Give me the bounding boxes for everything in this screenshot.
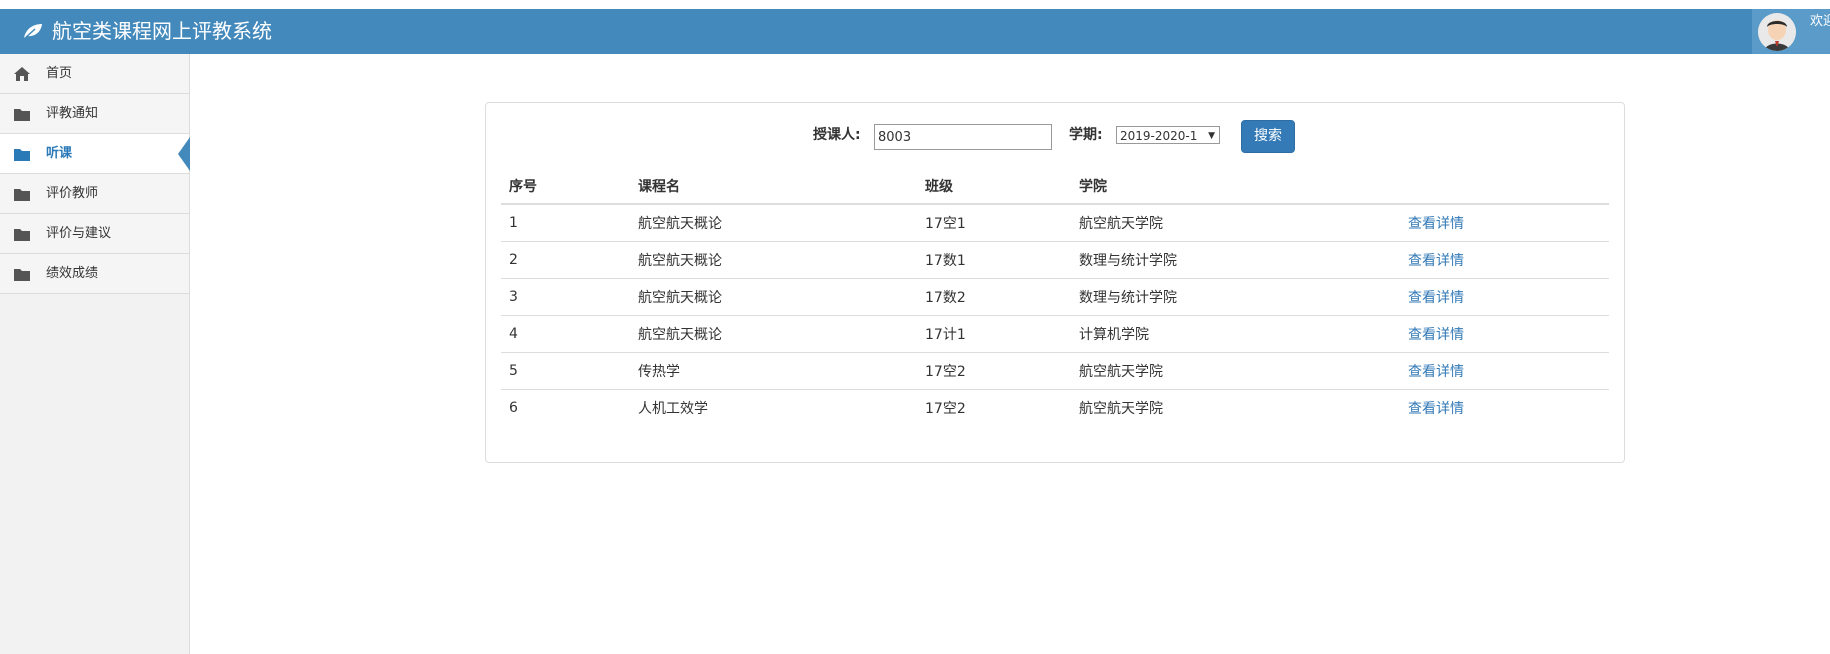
cell-college: 数理与统计学院 xyxy=(1071,278,1400,316)
cell-college: 计算机学院 xyxy=(1071,315,1400,353)
sidebar-item-label: 评价与建议 xyxy=(46,226,112,241)
cell-class: 17空1 xyxy=(917,204,1071,242)
view-details-link[interactable]: 查看详情 xyxy=(1408,290,1464,306)
cell-course: 航空航天概论 xyxy=(630,278,917,316)
browser-top-strip xyxy=(0,0,1830,9)
view-details-link[interactable]: 查看详情 xyxy=(1408,253,1464,269)
column-header-class: 班级 xyxy=(917,169,1071,205)
view-details-link[interactable]: 查看详情 xyxy=(1408,327,1464,343)
cell-no: 2 xyxy=(501,241,630,279)
cell-college: 航空航天学院 xyxy=(1071,204,1400,242)
sidebar: 首页 评教通知 听课 评价教师 评价与建议 绩效成绩 xyxy=(0,54,190,654)
table-row: 2 航空航天概论 17数1 数理与统计学院 查看详情 xyxy=(501,241,1609,279)
view-details-link[interactable]: 查看详情 xyxy=(1408,216,1464,232)
dropdown-arrow-icon: ▼ xyxy=(1208,131,1215,141)
cell-class: 17空2 xyxy=(925,401,966,417)
cell-class: 17空2 xyxy=(917,352,1071,390)
term-select-value: 2019-2020-1 xyxy=(1120,129,1198,143)
table-row: 3 航空航天概论 17数2 数理与统计学院 查看详情 xyxy=(501,278,1609,316)
teacher-input[interactable] xyxy=(874,124,1052,150)
app-header: 航空类课程网上评教系统 欢迎 张三 xyxy=(0,9,1830,54)
table-row: 6 人机工效学 17空2 航空航天学院 查看详情 xyxy=(501,390,1609,427)
term-select[interactable]: 2019-2020-1 ▼ xyxy=(1116,126,1220,144)
column-header-college: 学院 xyxy=(1071,169,1400,205)
folder-icon xyxy=(14,149,30,161)
cell-college: 数理与统计学院 xyxy=(1071,241,1400,279)
folder-icon xyxy=(14,109,30,121)
course-panel: 授课人: 学期: 2019-2020-1 ▼ 搜索 序号 课程名 班级 学院 1… xyxy=(485,102,1625,463)
cell-class: 17计1 xyxy=(917,315,1071,353)
sidebar-item-suggestions[interactable]: 评价与建议 xyxy=(0,214,189,254)
leaf-logo-icon xyxy=(23,24,42,40)
term-label: 学期: xyxy=(1069,127,1103,143)
user-avatar[interactable] xyxy=(1758,13,1796,51)
cell-course: 航空航天概论 xyxy=(630,241,917,279)
sidebar-item-evaluate-teacher[interactable]: 评价教师 xyxy=(0,174,189,214)
column-header-action xyxy=(1400,169,1609,205)
welcome-text: 欢迎 张三 xyxy=(1810,14,1830,29)
app-title: 航空类课程网上评教系统 xyxy=(52,19,272,43)
folder-icon xyxy=(14,269,30,281)
search-form: 授课人: 学期: 2019-2020-1 ▼ 搜索 xyxy=(486,120,1624,155)
active-indicator xyxy=(178,137,190,171)
table-row: 5 传热学 17空2 航空航天学院 查看详情 xyxy=(501,352,1609,390)
table-row: 1 航空航天概论 17空1 航空航天学院 查看详情 xyxy=(501,204,1609,242)
table-row: 4 航空航天概论 17计1 计算机学院 查看详情 xyxy=(501,315,1609,353)
cell-course: 航空航天概论 xyxy=(630,315,917,353)
cell-no: 1 xyxy=(501,204,630,242)
folder-icon xyxy=(14,189,30,201)
cell-course: 人机工效学 xyxy=(638,401,708,417)
teacher-label: 授课人: xyxy=(813,127,861,143)
sidebar-item-notice[interactable]: 评教通知 xyxy=(0,94,189,134)
cell-course: 传热学 xyxy=(630,352,917,390)
sidebar-item-label: 听课 xyxy=(46,146,73,161)
home-icon xyxy=(14,67,30,81)
view-details-link[interactable]: 查看详情 xyxy=(1408,401,1464,417)
sidebar-item-home[interactable]: 首页 xyxy=(0,54,189,94)
sidebar-item-label: 评价教师 xyxy=(46,186,99,201)
cell-no: 6 xyxy=(509,400,518,416)
sidebar-item-listen[interactable]: 听课 xyxy=(0,134,190,174)
cell-college: 航空航天学院 xyxy=(1079,401,1163,417)
cell-no: 5 xyxy=(501,352,630,390)
user-menu[interactable]: 欢迎 张三 xyxy=(1752,9,1830,54)
sidebar-item-label: 绩效成绩 xyxy=(46,266,99,281)
column-header-no: 序号 xyxy=(501,169,630,205)
course-table: 序号 课程名 班级 学院 1 航空航天概论 17空1 航空航天学院 查看详情 2… xyxy=(501,169,1609,426)
table-header-row: 序号 课程名 班级 学院 xyxy=(501,169,1609,205)
cell-course: 航空航天概论 xyxy=(630,204,917,242)
cell-no: 3 xyxy=(501,278,630,316)
sidebar-item-label: 首页 xyxy=(46,66,73,81)
view-details-link[interactable]: 查看详情 xyxy=(1408,364,1464,380)
cell-no: 4 xyxy=(501,315,630,353)
sidebar-item-performance[interactable]: 绩效成绩 xyxy=(0,254,189,294)
column-header-course: 课程名 xyxy=(630,169,917,205)
cell-college: 航空航天学院 xyxy=(1071,352,1400,390)
search-button[interactable]: 搜索 xyxy=(1241,120,1295,153)
cell-class: 17数2 xyxy=(917,278,1071,316)
cell-class: 17数1 xyxy=(917,241,1071,279)
folder-icon xyxy=(14,229,30,241)
sidebar-item-label: 评教通知 xyxy=(46,106,99,121)
